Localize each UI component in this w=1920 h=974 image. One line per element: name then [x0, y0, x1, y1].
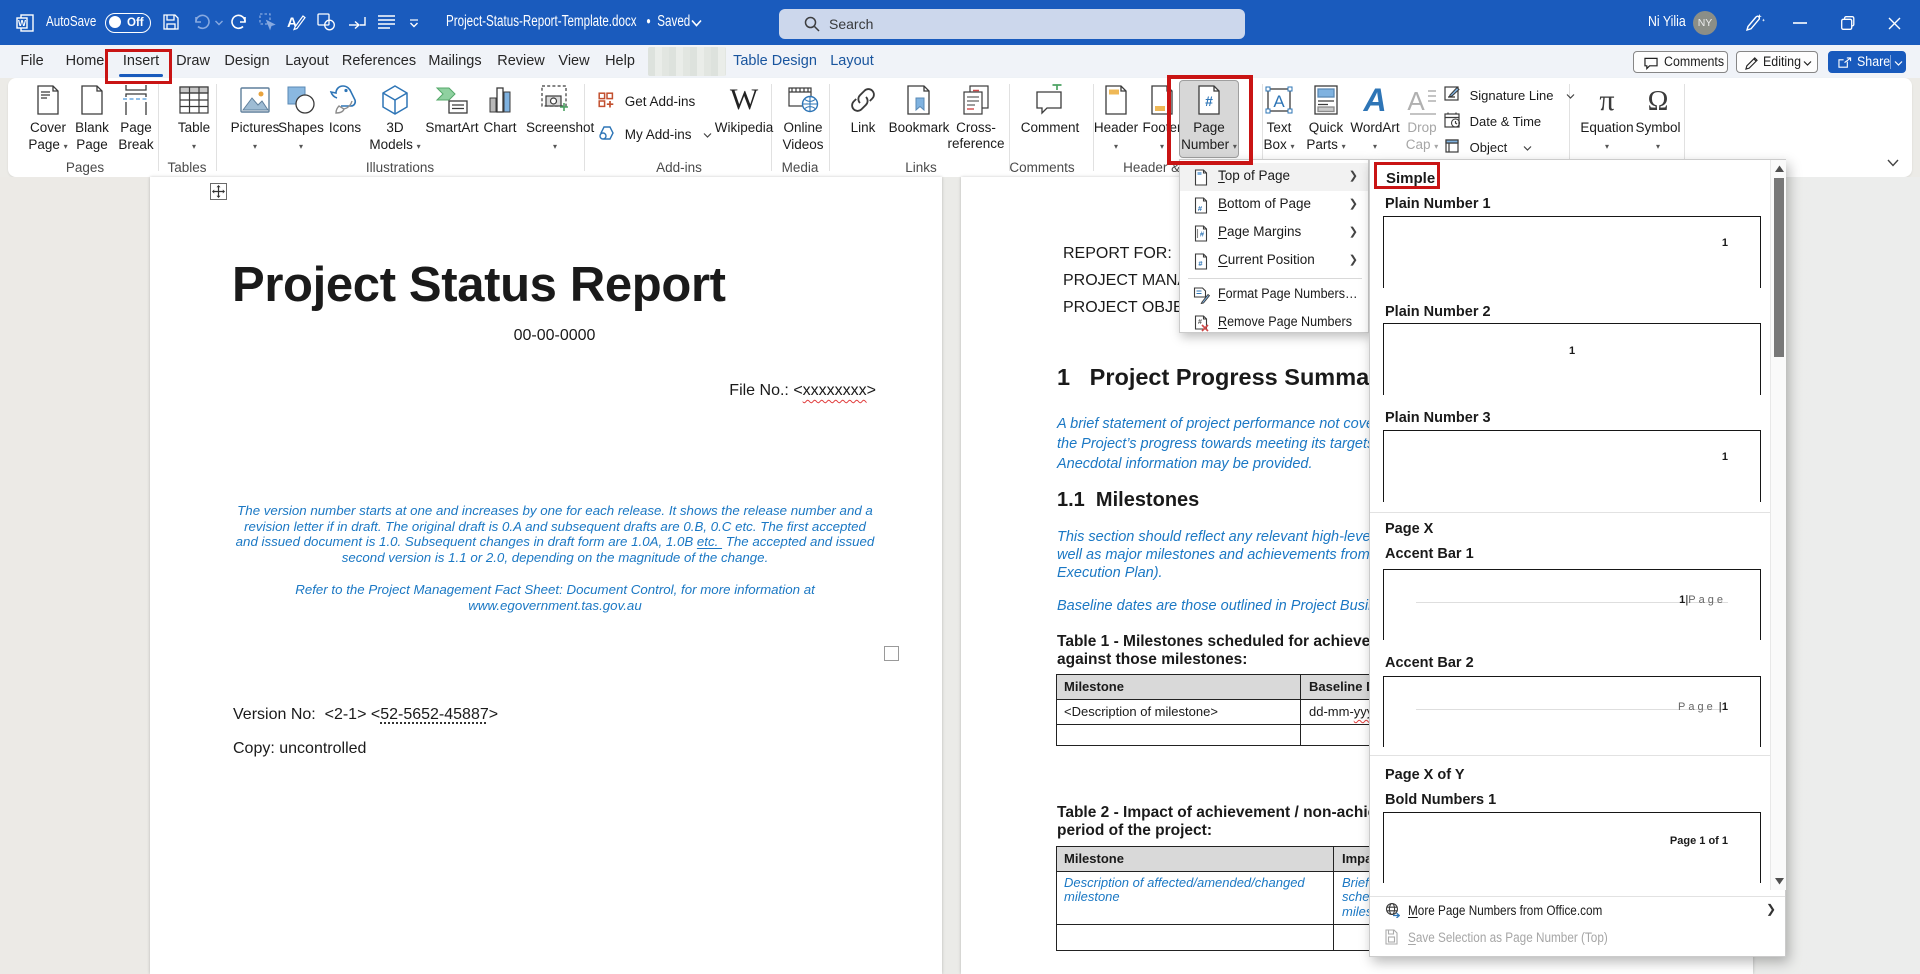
svg-text:A: A [1273, 92, 1285, 111]
svg-text:A: A [1362, 84, 1386, 116]
svg-text:W: W [18, 18, 27, 28]
svg-text:π: π [1599, 84, 1614, 116]
svg-text:Ω: Ω [1648, 86, 1669, 116]
svg-text:#: # [1198, 319, 1202, 326]
svg-text:W: W [730, 84, 759, 116]
svg-text:A: A [1407, 86, 1425, 116]
